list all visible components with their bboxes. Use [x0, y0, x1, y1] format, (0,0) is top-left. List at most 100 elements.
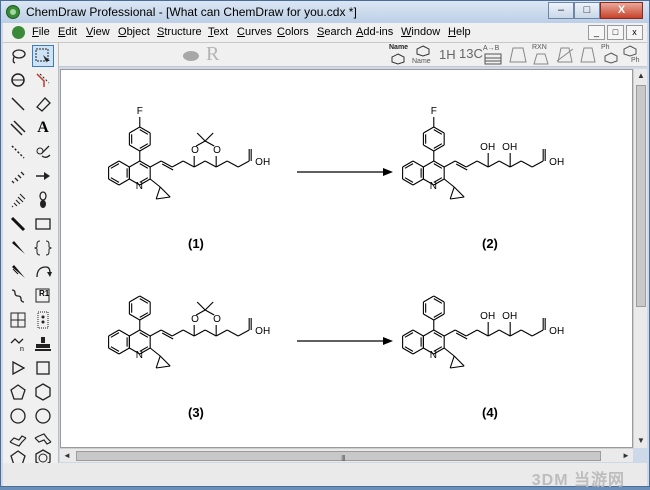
scroll-left-arrow[interactable]: ◄ [60, 449, 74, 463]
chain-icon: n [10, 338, 24, 353]
chain-tool[interactable]: n [7, 333, 29, 355]
mass-fragmentation-tool[interactable] [32, 69, 54, 91]
arrow-tool[interactable] [32, 165, 54, 187]
phenyl-expand-button[interactable]: Ph [599, 44, 621, 65]
menu-edit[interactable]: Edit [58, 26, 77, 38]
flask-edit-button[interactable] [577, 45, 599, 65]
wavy-bond-tool[interactable] [7, 285, 29, 307]
triangle-ring-icon [12, 360, 26, 376]
doc-minimize-button[interactable]: _ [588, 25, 605, 40]
tool-palette: A R1 n [3, 43, 59, 468]
table-tool[interactable] [7, 309, 29, 331]
pen-tool[interactable] [32, 141, 54, 163]
reaction-ab-button[interactable]: A→B [482, 45, 504, 65]
molecule-4[interactable]: N OH OH OH [402, 295, 565, 369]
struct-to-name-button[interactable]: Name [387, 44, 409, 65]
drawing-elements-tool[interactable] [32, 213, 54, 235]
scroll-grip: III [341, 454, 346, 463]
menu-object[interactable]: Object [118, 26, 150, 38]
menu-colors[interactable]: Colors [277, 26, 309, 38]
cyclohexane-tool[interactable] [32, 381, 54, 403]
brackets-tool[interactable] [32, 237, 54, 259]
reaction-icon-button[interactable] [507, 45, 529, 65]
r-group-tool[interactable]: R1 [32, 285, 54, 307]
reaction-arrow-1[interactable] [297, 168, 393, 176]
molecule-1[interactable]: N F OH O O [108, 106, 271, 200]
eraser-icon [36, 97, 51, 112]
cycloheptane-tool[interactable] [7, 405, 29, 427]
cyclooctane-tool[interactable] [32, 405, 54, 427]
title-bar[interactable]: ChemDraw Professional - [What can ChemDr… [1, 1, 649, 23]
hexagon-ring-icon [35, 383, 51, 401]
cyclobutane-tool[interactable] [32, 357, 54, 379]
structure-perspective-tool[interactable] [7, 69, 29, 91]
menu-curves[interactable]: Curves [237, 26, 272, 38]
tlc-plate-tool[interactable] [32, 309, 54, 331]
hollow-wedge-tool[interactable] [7, 261, 29, 283]
orbital-tool[interactable] [32, 189, 54, 211]
lasso-tool[interactable] [7, 45, 29, 67]
cyclopentane-tool[interactable] [7, 381, 29, 403]
scroll-right-arrow[interactable]: ► [619, 449, 633, 463]
menu-file[interactable]: File [32, 26, 50, 38]
dashed-bond-icon [11, 145, 25, 159]
compound-label-4: (4) [482, 405, 498, 420]
document-icon[interactable] [12, 26, 25, 39]
nmr-1h-button[interactable]: 1H [437, 45, 459, 65]
multiple-bond-tool[interactable] [7, 117, 29, 139]
name-to-struct-button[interactable]: Name [412, 45, 434, 65]
close-button[interactable]: X [600, 2, 643, 19]
app-window: ChemDraw Professional - [What can ChemDr… [0, 0, 650, 489]
minimize-button[interactable]: – [548, 2, 574, 19]
doc-close-button[interactable]: x [626, 25, 643, 40]
hollow-wedge-icon [12, 265, 25, 278]
cloud-icon[interactable] [181, 48, 201, 62]
hashed-bond-tool[interactable] [7, 165, 29, 187]
scroll-down-arrow[interactable]: ▼ [634, 434, 648, 448]
marquee-tool[interactable] [32, 45, 54, 67]
templates-tool[interactable] [32, 333, 54, 355]
cyclopropane-tool[interactable] [7, 357, 29, 379]
menu-window[interactable]: Window [401, 26, 440, 38]
horizontal-scrollbar[interactable]: ◄ III ► [60, 448, 633, 463]
solid-bond-tool[interactable] [7, 93, 29, 115]
carboxylic-oh-label: OH [549, 326, 564, 337]
maximize-button[interactable]: □ [574, 2, 600, 19]
vertical-scrollbar[interactable]: ▲ ▼ [633, 69, 647, 448]
orbital-icon [39, 191, 47, 208]
oxygen-label: O [213, 145, 221, 156]
reaction-arrow-2[interactable] [297, 337, 393, 345]
menu-help[interactable]: Help [448, 26, 471, 38]
dashed-bond-tool[interactable] [7, 141, 29, 163]
scroll-up-arrow[interactable]: ▲ [634, 69, 648, 83]
wedge-bond-tool[interactable] [7, 237, 29, 259]
flask-tool-button[interactable] [554, 45, 576, 65]
nmr-13c-button[interactable]: 13C [459, 45, 483, 65]
drawing-canvas[interactable]: N F OH O O N F OH OH OH N OH O O N OH OH OH (1) (2) (3) (… [60, 69, 633, 448]
menu-structure[interactable]: Structure [157, 26, 202, 38]
r-group-icon[interactable]: R [206, 43, 219, 66]
molecule-3[interactable]: N OH O O [108, 295, 271, 369]
vertical-scroll-thumb[interactable] [636, 85, 646, 307]
bold-bond-tool[interactable] [7, 213, 29, 235]
arc-arrow-tool[interactable] [32, 261, 54, 283]
menu-add-ins[interactable]: Add-ins [356, 26, 393, 38]
menu-search[interactable]: Search [317, 26, 352, 38]
hashed-wedge-icon [11, 193, 26, 208]
doc-restore-button[interactable]: □ [607, 25, 624, 40]
menu-view[interactable]: View [86, 26, 110, 38]
flask-icon [509, 47, 527, 63]
eraser-tool[interactable] [32, 93, 54, 115]
phenyl-contract-button[interactable]: Ph [621, 45, 643, 65]
rxn-button[interactable]: RXN [530, 44, 552, 65]
horizontal-scroll-thumb[interactable]: III [76, 451, 601, 463]
molecule-2[interactable]: N F OH OH OH [402, 106, 565, 200]
bond-icon [11, 97, 25, 111]
watermark: 3DM 当游网 [531, 472, 625, 489]
hashed-wedge-tool[interactable] [7, 189, 29, 211]
rotate-icon [11, 73, 25, 87]
svg-text:n: n [20, 346, 24, 353]
fluorine-label: F [431, 106, 437, 117]
text-tool[interactable]: A [32, 117, 54, 139]
menu-text[interactable]: Text [208, 26, 228, 38]
